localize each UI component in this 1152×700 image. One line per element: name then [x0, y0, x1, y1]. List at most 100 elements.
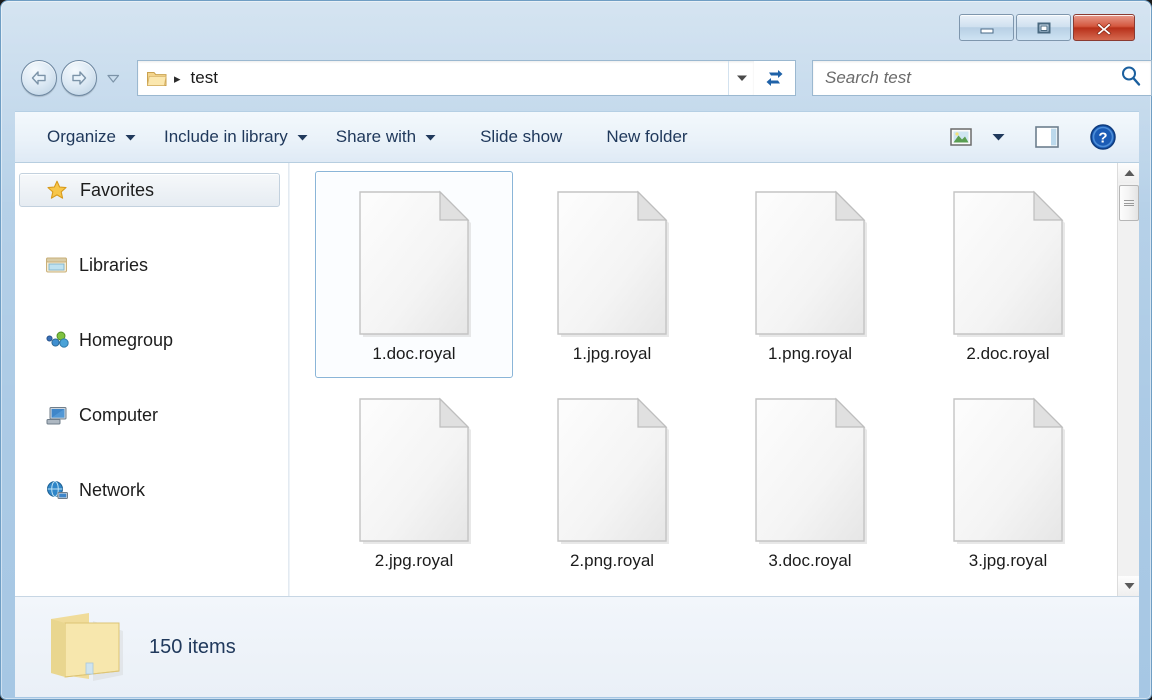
file-name-label: 1.jpg.royal [572, 344, 652, 363]
toolbar-new-folder[interactable]: New folder [592, 118, 701, 156]
close-button[interactable] [1073, 14, 1135, 41]
toolbar-share-with[interactable]: Share with [322, 118, 450, 156]
grip-line [1124, 205, 1134, 206]
explorer-body: Favorites Libraries Homegroup Computer N… [15, 163, 1139, 596]
generic-file-icon [552, 180, 672, 345]
help-button[interactable]: ? [1083, 118, 1123, 156]
view-dropdown-button[interactable] [983, 118, 1013, 156]
back-button[interactable] [21, 60, 57, 96]
history-dropdown-button[interactable] [105, 71, 121, 85]
toolbar-slide-show[interactable]: Slide show [466, 118, 576, 156]
computer-icon [45, 405, 71, 426]
file-item[interactable]: 3.doc.royal [711, 378, 909, 585]
sidebar-item-label: Libraries [79, 254, 149, 275]
scroll-down-button[interactable] [1118, 576, 1139, 596]
search-input[interactable] [825, 68, 1119, 88]
address-bar[interactable]: ▸ test [137, 60, 754, 96]
file-name-label: 3.jpg.royal [968, 551, 1048, 570]
file-name-label: 3.doc.royal [768, 551, 852, 570]
file-item[interactable]: 1.doc.royal [315, 171, 513, 378]
close-icon [1096, 22, 1112, 35]
generic-file-icon [948, 387, 1068, 552]
search-box[interactable] [812, 60, 1152, 96]
folder-icon [41, 609, 127, 685]
toolbar-right-group: ? [941, 118, 1139, 156]
file-item[interactable]: 2.jpg.royal [315, 378, 513, 585]
details-pane: 150 items [15, 596, 1139, 697]
window-controls [959, 14, 1135, 41]
command-toolbar: Organize Include in library Share with S… [15, 111, 1139, 163]
star-icon [46, 179, 72, 201]
toolbar-slide-show-label: Slide show [480, 127, 563, 146]
help-icon: ? [1090, 124, 1116, 150]
breadcrumb-separator: ▸ [174, 70, 181, 86]
maximize-icon [1037, 22, 1050, 33]
address-dropdown-button[interactable] [728, 61, 754, 95]
sidebar-item-computer[interactable]: Computer [19, 398, 280, 432]
back-arrow-icon [31, 71, 46, 85]
grip-line [1124, 202, 1134, 204]
file-item[interactable]: 3.jpg.royal [909, 378, 1107, 585]
toolbar-include-in-library[interactable]: Include in library [150, 118, 322, 156]
sidebar-item-homegroup[interactable]: Homegroup [19, 323, 280, 357]
homegroup-icon [45, 330, 71, 350]
toolbar-new-folder-label: New folder [606, 127, 688, 146]
network-globe-icon [45, 480, 71, 501]
generic-file-icon [948, 180, 1068, 345]
sidebar-item-label: Computer [79, 404, 159, 425]
scroll-up-button[interactable] [1118, 163, 1139, 183]
generic-file-icon [354, 180, 474, 345]
generic-file-icon [552, 387, 672, 552]
change-view-button[interactable] [941, 118, 981, 156]
sidebar-item-label: Homegroup [79, 329, 174, 350]
file-item[interactable]: 1.jpg.royal [513, 171, 711, 378]
status-item-count: 150 items [149, 635, 236, 658]
preview-pane-button[interactable] [1027, 118, 1067, 156]
explorer-window: ▸ test Search test Organize Include in l… [0, 0, 1152, 700]
minimize-button[interactable] [959, 14, 1014, 41]
toolbar-organize-label: Organize [47, 127, 116, 146]
folder-icon [146, 69, 168, 88]
libraries-folder-icon [45, 255, 71, 275]
sidebar-item-network[interactable]: Network [19, 473, 280, 507]
chevron-down-icon [992, 134, 1004, 141]
vertical-scrollbar[interactable] [1117, 163, 1139, 596]
navigation-pane: Favorites Libraries Homegroup Computer N… [15, 163, 289, 596]
file-name-label: 1.png.royal [767, 344, 853, 363]
sidebar-item-libraries[interactable]: Libraries [19, 248, 280, 282]
chevron-down-icon [125, 134, 136, 141]
sidebar-item-favorites[interactable]: Favorites [19, 173, 280, 207]
chevron-down-icon [736, 75, 747, 81]
generic-file-icon [750, 387, 870, 552]
file-name-label: 1.doc.royal [372, 344, 456, 363]
generic-file-icon [354, 387, 474, 552]
search-icon [1119, 64, 1143, 93]
file-item[interactable]: 2.doc.royal [909, 171, 1107, 378]
chevron-up-icon [1124, 170, 1134, 176]
file-name-label: 2.doc.royal [966, 344, 1050, 363]
file-name-label: 2.png.royal [569, 551, 655, 570]
minimize-icon [980, 28, 993, 33]
scrollbar-thumb[interactable] [1119, 185, 1139, 221]
file-item[interactable]: 2.png.royal [513, 378, 711, 585]
maximize-button[interactable] [1016, 14, 1071, 41]
toolbar-include-in-library-label: Include in library [163, 127, 288, 146]
refresh-button[interactable] [754, 60, 796, 96]
sidebar-item-label: Favorites [80, 179, 155, 200]
forward-button[interactable] [61, 60, 97, 96]
address-toolbar: ▸ test [15, 51, 1152, 105]
file-name-label: 2.jpg.royal [374, 551, 454, 570]
chevron-down-icon [425, 134, 436, 141]
grip-line [1124, 200, 1134, 201]
forward-arrow-icon [72, 71, 87, 85]
breadcrumb-current-folder[interactable]: test [191, 68, 218, 88]
toolbar-share-with-label: Share with [335, 127, 417, 146]
svg-text:?: ? [1098, 130, 1107, 147]
file-item[interactable]: 1.png.royal [711, 171, 909, 378]
toolbar-organize[interactable]: Organize [33, 118, 150, 156]
file-list-pane: 1.doc.royal 1.jpg.royal 1.png.royal 2.do… [291, 163, 1139, 596]
